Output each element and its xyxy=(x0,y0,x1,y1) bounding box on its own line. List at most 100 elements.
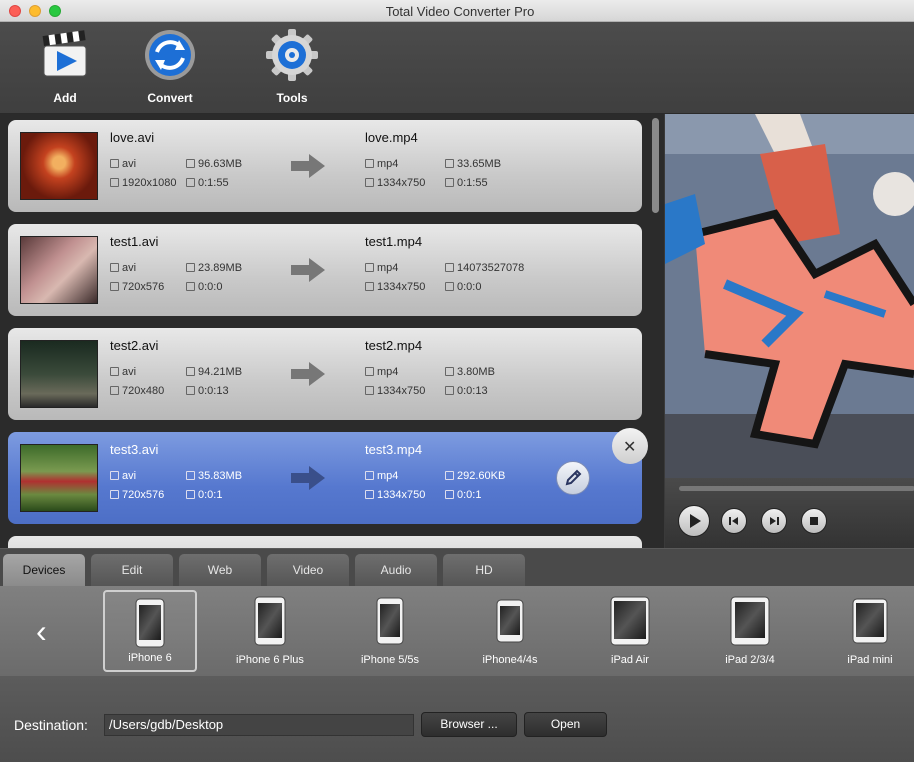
device-ipad-air[interactable]: iPad Air xyxy=(583,590,677,672)
convert-button[interactable]: Convert xyxy=(130,28,210,105)
source-resolution: 1920x1080 xyxy=(110,177,176,189)
source-format: avi xyxy=(110,262,136,274)
tab-devices[interactable]: Devices xyxy=(3,554,85,587)
pencil-icon xyxy=(565,469,582,486)
device-label: iPhone 5/5s xyxy=(360,654,420,666)
source-format: avi xyxy=(110,366,136,378)
source-size: 35.83MB xyxy=(186,470,242,482)
title-bar: Total Video Converter Pro xyxy=(0,0,914,22)
tools-label: Tools xyxy=(276,91,308,105)
tab-audio[interactable]: Audio xyxy=(355,554,437,587)
tab-edit[interactable]: Edit xyxy=(91,554,173,587)
clock-icon xyxy=(445,490,454,499)
file-item[interactable] xyxy=(8,536,642,548)
tab-hd[interactable]: HD xyxy=(443,554,525,587)
arrow-right-icon xyxy=(291,362,325,386)
file-size-icon xyxy=(445,159,454,168)
tab-web[interactable]: Web xyxy=(179,554,261,587)
source-duration: 0:0:0 xyxy=(186,281,222,293)
clock-icon xyxy=(445,178,454,187)
device-iphone-5[interactable]: iPhone 5/5s xyxy=(343,590,437,672)
output-resolution: 1334x750 xyxy=(365,281,425,293)
previous-button[interactable] xyxy=(721,508,747,534)
play-icon xyxy=(690,514,701,528)
source-format: avi xyxy=(110,470,136,482)
remove-item-button[interactable]: ✕ xyxy=(612,428,648,464)
output-format: mp4 xyxy=(365,366,398,378)
source-file-name: love.avi xyxy=(110,130,155,145)
output-file-name: test2.mp4 xyxy=(365,338,423,353)
file-list[interactable]: love.avi avi 96.63MB 1920x1080 0:1:55 lo… xyxy=(0,114,664,548)
device-ipad-2-3-4[interactable]: iPad 2/3/4 xyxy=(703,590,797,672)
film-icon xyxy=(365,263,374,272)
next-button[interactable] xyxy=(761,508,787,534)
add-button[interactable]: Add xyxy=(25,28,105,105)
source-file-name: test3.avi xyxy=(110,442,159,457)
ipad-icon xyxy=(610,596,650,646)
film-icon xyxy=(110,471,119,480)
clock-icon xyxy=(186,178,195,187)
stop-icon xyxy=(810,517,818,525)
tab-video[interactable]: Video xyxy=(267,554,349,587)
source-size: 96.63MB xyxy=(186,158,242,170)
ipad-icon xyxy=(730,596,770,646)
stop-button[interactable] xyxy=(801,508,827,534)
file-size-icon xyxy=(445,367,454,376)
ipad-icon xyxy=(852,598,888,644)
device-label: iPhone4/4s xyxy=(482,654,538,666)
film-icon xyxy=(110,367,119,376)
output-duration: 0:0:1 xyxy=(445,489,481,501)
device-ipad-mini[interactable]: iPad mini xyxy=(823,590,914,672)
file-item-selected[interactable]: test3.avi avi 35.83MB 720x576 0:0:1 test… xyxy=(8,428,648,524)
source-size: 94.21MB xyxy=(186,366,242,378)
output-size: 33.65MB xyxy=(445,158,501,170)
destination-path-field[interactable]: /Users/gdb/Desktop xyxy=(104,714,414,736)
tools-button[interactable]: Tools xyxy=(252,28,332,105)
play-button[interactable] xyxy=(678,505,710,537)
source-format: avi xyxy=(110,158,136,170)
monitor-icon xyxy=(365,178,374,187)
video-thumbnail xyxy=(20,340,98,408)
film-icon xyxy=(365,471,374,480)
player-controls xyxy=(665,478,914,548)
device-label: iPad Air xyxy=(611,654,649,666)
device-label: iPad mini xyxy=(847,654,893,666)
source-resolution: 720x576 xyxy=(110,489,164,501)
add-label: Add xyxy=(53,91,77,105)
window-title: Total Video Converter Pro xyxy=(385,4,535,19)
profile-tabs: Devices Edit Web Video Audio HD xyxy=(0,548,914,587)
file-item[interactable]: love.avi avi 96.63MB 1920x1080 0:1:55 lo… xyxy=(8,120,642,212)
output-resolution: 1334x750 xyxy=(365,385,425,397)
browse-button[interactable]: Browser ... xyxy=(421,712,517,737)
clock-icon xyxy=(186,386,195,395)
device-iphone-4[interactable]: iPhone4/4s xyxy=(463,590,557,672)
open-button[interactable]: Open xyxy=(524,712,607,737)
monitor-icon xyxy=(110,282,119,291)
chevron-left-icon[interactable]: ‹ xyxy=(36,615,47,647)
edit-button[interactable] xyxy=(556,461,590,495)
convert-label: Convert xyxy=(147,91,193,105)
toolbar: Add Convert Tools xyxy=(0,22,914,114)
arrow-right-icon xyxy=(291,154,325,178)
file-size-icon xyxy=(445,471,454,480)
file-size-icon xyxy=(186,471,195,480)
film-icon xyxy=(110,159,119,168)
monitor-icon xyxy=(110,386,119,395)
device-iphone-6[interactable]: iPhone 6 xyxy=(103,590,197,672)
video-thumbnail xyxy=(20,236,98,304)
convert-refresh-icon xyxy=(145,30,195,80)
iphone-icon xyxy=(496,599,524,643)
output-duration: 0:0:0 xyxy=(445,281,481,293)
file-item[interactable]: test1.avi avi 23.89MB 720x576 0:0:0 test… xyxy=(8,224,642,316)
output-resolution: 1334x750 xyxy=(365,177,425,189)
playback-progress-bar[interactable] xyxy=(679,486,914,491)
source-file-name: test2.avi xyxy=(110,338,159,353)
clock-icon xyxy=(445,386,454,395)
source-duration: 0:1:55 xyxy=(186,177,229,189)
film-icon xyxy=(365,367,374,376)
list-scrollbar[interactable] xyxy=(652,118,659,213)
device-iphone-6-plus[interactable]: iPhone 6 Plus xyxy=(223,590,317,672)
destination-bar: Destination: /Users/gdb/Desktop Browser … xyxy=(0,676,914,762)
file-item[interactable]: test2.avi avi 94.21MB 720x480 0:0:13 tes… xyxy=(8,328,642,420)
device-label: iPad 2/3/4 xyxy=(725,654,775,666)
